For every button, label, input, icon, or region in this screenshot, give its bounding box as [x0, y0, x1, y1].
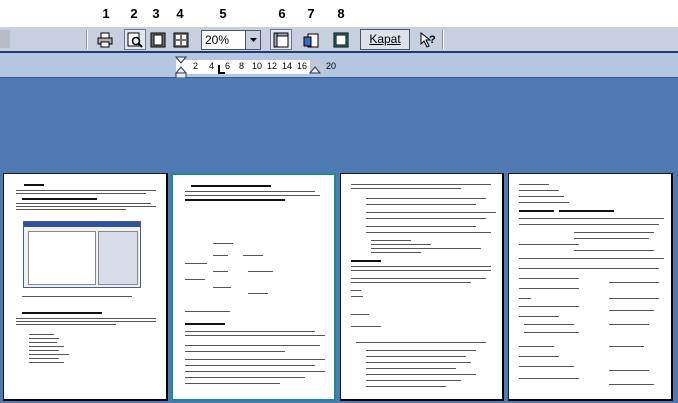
- close-button-label: Kapat: [369, 32, 401, 46]
- tab-stop-icon[interactable]: [218, 65, 226, 74]
- page-thumbnail-1[interactable]: [3, 173, 168, 401]
- ruler-tick: 12: [267, 61, 278, 71]
- one-page-icon: [150, 32, 166, 47]
- full-screen-icon: [333, 32, 349, 47]
- ruler-bar: [0, 53, 678, 78]
- callout-6: 6: [278, 6, 286, 21]
- callout-7: 7: [307, 6, 315, 21]
- ruler-tick: 20: [326, 61, 337, 71]
- ruler-tick: 4: [209, 61, 215, 71]
- callout-1: 1: [102, 6, 110, 21]
- shrink-to-fit-icon: [303, 33, 319, 47]
- zoom-value: 20%: [205, 33, 230, 47]
- toolbar-separator: [86, 30, 88, 49]
- print-button[interactable]: [94, 29, 116, 50]
- page-thumbnail-2[interactable]: [171, 173, 336, 401]
- print-icon: [97, 32, 113, 47]
- callout-8: 8: [337, 6, 345, 21]
- ruler-tick: 14: [282, 61, 293, 71]
- context-help-button[interactable]: ?: [417, 29, 439, 50]
- zoom-combobox[interactable]: 20%: [201, 30, 261, 50]
- screenshot-figure: [23, 221, 141, 288]
- view-ruler-icon: [273, 32, 289, 47]
- callout-5: 5: [219, 6, 227, 21]
- indent-marker-icon[interactable]: [175, 56, 187, 80]
- one-page-button[interactable]: [147, 29, 169, 50]
- magnifier-button[interactable]: [124, 29, 146, 50]
- page-thumbnail-3[interactable]: [340, 173, 504, 401]
- ruler-tick: 16: [297, 61, 308, 71]
- context-help-icon: ?: [420, 31, 436, 48]
- chevron-down-icon[interactable]: [245, 31, 260, 49]
- view-ruler-button[interactable]: [270, 29, 292, 50]
- magnifier-icon: [127, 32, 143, 48]
- right-indent-marker-icon[interactable]: [309, 66, 321, 74]
- page-thumbnail-4[interactable]: [508, 173, 673, 401]
- multiple-pages-icon: [173, 32, 189, 47]
- toolbar-separator: [442, 30, 444, 49]
- multiple-pages-button[interactable]: [170, 29, 192, 50]
- ruler-tick: 8: [239, 61, 245, 71]
- shrink-to-fit-button[interactable]: [300, 29, 322, 50]
- svg-text:?: ?: [429, 34, 436, 46]
- callout-4: 4: [176, 6, 184, 21]
- ruler-tick: 2: [193, 61, 199, 71]
- callout-3: 3: [152, 6, 160, 21]
- close-button[interactable]: Kapat: [360, 29, 410, 50]
- ruler-tick: 10: [252, 61, 263, 71]
- toolbar-grip[interactable]: [0, 30, 10, 48]
- callout-2: 2: [130, 6, 138, 21]
- full-screen-button[interactable]: [330, 29, 352, 50]
- callout-number-row: 1 2 3 4 5 6 7 8: [0, 0, 678, 26]
